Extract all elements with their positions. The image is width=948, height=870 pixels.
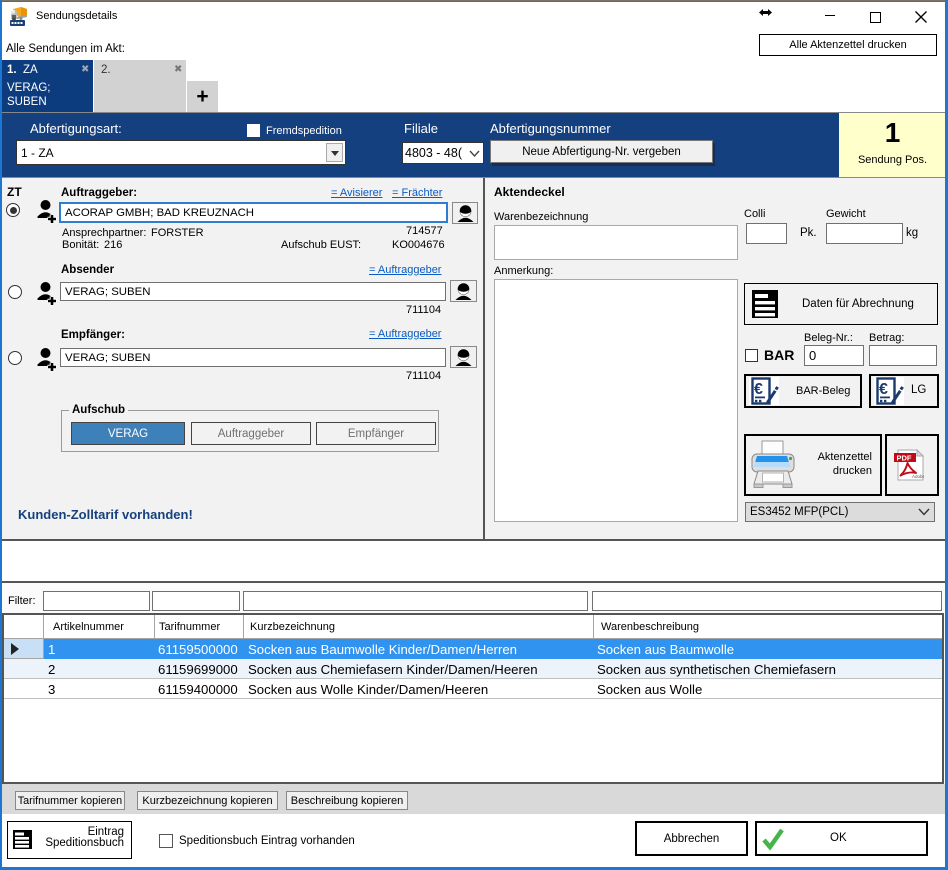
svg-text:Adobe: Adobe bbox=[912, 474, 924, 479]
svg-text:€: € bbox=[754, 381, 763, 398]
svg-text:PDF: PDF bbox=[897, 454, 912, 463]
svg-text:€: € bbox=[879, 381, 888, 398]
